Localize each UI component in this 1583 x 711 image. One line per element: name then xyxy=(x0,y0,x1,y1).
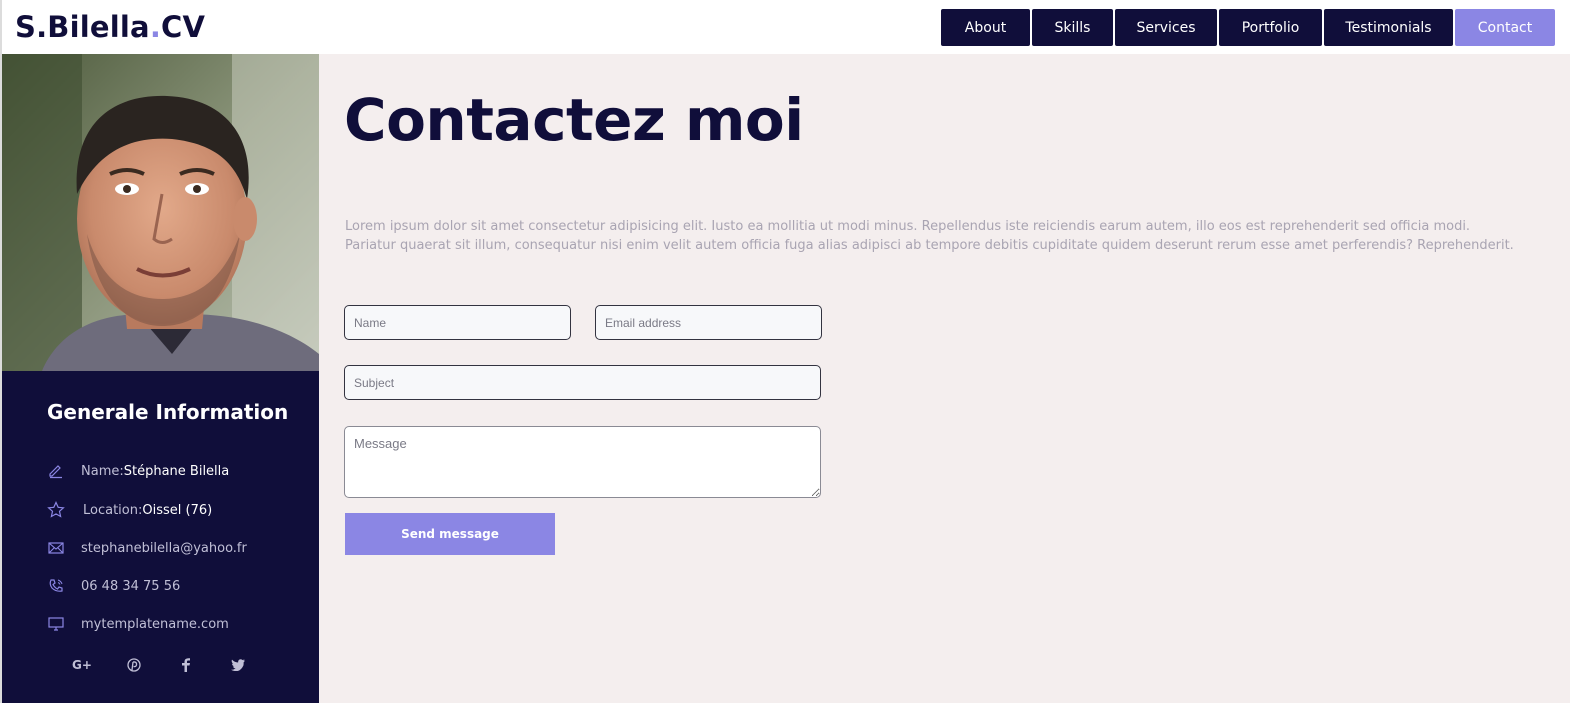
pinterest-icon[interactable] xyxy=(126,657,142,673)
logo-main-text: S.Bilella xyxy=(15,10,150,44)
window-bottom-edge xyxy=(0,703,1583,711)
info-website-row: mytemplatename.com xyxy=(47,615,229,633)
nav-portfolio[interactable]: Portfolio xyxy=(1219,9,1322,46)
nav-contact[interactable]: Contact xyxy=(1455,9,1555,46)
page: S.Bilella.CV About Skills Services Portf… xyxy=(2,1,1570,703)
name-input[interactable] xyxy=(344,305,571,340)
sidebar: Generale Information Name: Stéphane Bile… xyxy=(2,54,319,703)
subject-input[interactable] xyxy=(344,365,821,400)
social-links: G+ xyxy=(72,657,246,673)
info-website[interactable]: mytemplatename.com xyxy=(81,617,229,632)
phone-icon xyxy=(47,577,65,595)
contact-section: Contactez moi Lorem ipsum dolor sit amet… xyxy=(319,54,1570,703)
info-name-value: Stéphane Bilella xyxy=(123,463,230,479)
nav-skills[interactable]: Skills xyxy=(1032,9,1113,46)
nav-about[interactable]: About xyxy=(941,9,1030,46)
message-textarea[interactable] xyxy=(344,426,821,498)
mail-icon xyxy=(47,539,65,557)
info-phone-row: 06 48 34 75 56 xyxy=(47,577,180,595)
info-name-label: Name: xyxy=(81,463,124,479)
google-plus-icon[interactable]: G+ xyxy=(72,657,92,673)
monitor-icon xyxy=(47,615,65,633)
info-email-row: stephanebilella@yahoo.fr xyxy=(47,539,247,557)
star-icon xyxy=(47,501,65,519)
info-location-value: Oissel (76) xyxy=(142,502,213,518)
info-email[interactable]: stephanebilella@yahoo.fr xyxy=(81,541,247,556)
info-name-row: Name: Stéphane Bilella xyxy=(47,462,229,480)
nav-services[interactable]: Services xyxy=(1115,9,1217,46)
facebook-icon[interactable] xyxy=(178,657,194,673)
twitter-icon[interactable] xyxy=(230,657,246,673)
nav-testimonials[interactable]: Testimonials xyxy=(1324,9,1453,46)
profile-photo xyxy=(2,54,319,371)
email-input[interactable] xyxy=(595,305,822,340)
logo-end-text: CV xyxy=(161,10,206,44)
top-bar: S.Bilella.CV About Skills Services Portf… xyxy=(2,1,1570,54)
logo-dot: . xyxy=(149,10,162,44)
page-title: Contactez moi xyxy=(344,86,804,154)
send-message-button[interactable]: Send message xyxy=(345,513,555,555)
info-title: Generale Information xyxy=(47,400,289,424)
info-phone[interactable]: 06 48 34 75 56 xyxy=(81,579,180,594)
info-location-label: Location: xyxy=(83,502,143,518)
site-logo[interactable]: S.Bilella.CV xyxy=(15,10,205,44)
info-location-row: Location: Oissel (76) xyxy=(47,501,212,519)
main-nav: About Skills Services Portfolio Testimon… xyxy=(941,9,1555,46)
intro-text: Lorem ipsum dolor sit amet consectetur a… xyxy=(345,219,1514,253)
pencil-icon xyxy=(47,462,65,480)
